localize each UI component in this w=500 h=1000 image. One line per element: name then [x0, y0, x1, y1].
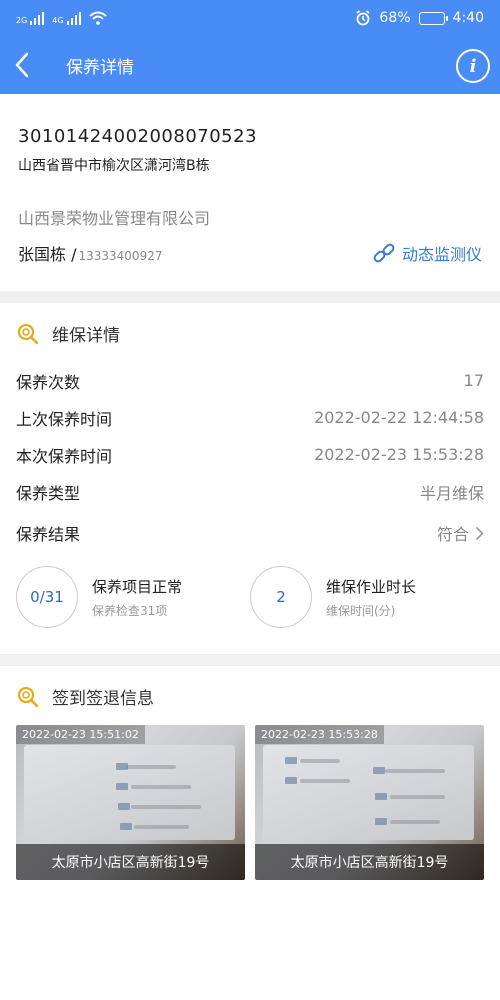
row-value: 2022-02-23 15:53:28 — [314, 445, 484, 464]
section-title: 签到签退信息 — [52, 689, 154, 709]
section-title: 维保详情 — [52, 326, 120, 346]
network-type-1: 2G — [16, 16, 28, 25]
photo-detail — [116, 763, 128, 770]
company-name: 山西景荣物业管理有限公司 — [18, 209, 211, 228]
photo-detail — [118, 803, 130, 810]
photo-detail — [390, 795, 445, 799]
photo-list: 2022-02-23 15:51:02 太原市小店区高新街19号 2022-02… — [0, 725, 500, 880]
checkin-header: 签到签退信息 — [0, 666, 500, 725]
stats-row: 0/31 保养项目正常 保养检查31项 2 维保作业时长 维保时间(分) — [0, 556, 500, 654]
stat-subtitle: 保养检查31项 — [92, 603, 168, 618]
detail-row: 保养次数 17 — [16, 362, 484, 399]
photo-detail — [300, 779, 350, 783]
signal-icon: 2G — [16, 11, 45, 25]
divider — [0, 291, 500, 303]
maintenance-section: 维保详情 保养次数 17 上次保养时间 2022-02-22 12:44:58 … — [0, 303, 500, 654]
magnifier-icon — [17, 686, 39, 707]
stat-title: 维保作业时长 — [326, 577, 417, 596]
monitor-link[interactable]: 动态监测仪 — [372, 241, 482, 265]
row-value: 半月维保 — [419, 483, 484, 503]
photo-detail — [390, 820, 440, 824]
device-number: 30101424002008070523 — [18, 126, 258, 147]
detail-row: 保养类型 半月维保 — [16, 473, 484, 510]
contact-phone[interactable]: 13333400927 — [78, 249, 162, 263]
battery-icon — [418, 11, 448, 25]
link-icon — [373, 243, 395, 263]
photo-location: 太原市小店区高新街19号 — [16, 844, 245, 880]
photo-detail — [300, 759, 340, 763]
photo-location: 太原市小店区高新街19号 — [255, 844, 484, 880]
photo-detail — [126, 765, 176, 769]
detail-row: 上次保养时间 2022-02-22 12:44:58 — [16, 399, 484, 436]
divider — [0, 654, 500, 666]
photo-detail — [131, 805, 201, 809]
row-label: 本次保养时间 — [16, 446, 113, 466]
alarm-icon — [356, 10, 370, 26]
photo-detail — [134, 825, 189, 829]
maintenance-header: 维保详情 — [0, 303, 500, 362]
result-row[interactable]: 保养结果 符合 — [16, 510, 484, 556]
detail-row: 本次保养时间 2022-02-23 15:53:28 — [16, 436, 484, 473]
row-value: 17 — [463, 371, 484, 390]
contact-name: 张国栋 / — [18, 245, 77, 264]
photo-timestamp: 2022-02-23 15:51:02 — [16, 725, 145, 744]
result-value-wrap: 符合 — [437, 521, 484, 545]
elevator-info-card: 30101424002008070523 山西省晋中市榆次区潇河湾B栋 山西景荣… — [0, 94, 500, 291]
checkin-section: 签到签退信息 2022-02-23 15:51:02 太原市小店区高新街19号 — [0, 666, 500, 880]
chevron-right-icon — [475, 526, 484, 540]
info-icon: i — [469, 55, 477, 77]
stat-items-normal: 0/31 保养项目正常 保养检查31项 — [16, 566, 250, 628]
status-right: 68% 4:40 — [355, 10, 484, 26]
chevron-left-icon — [15, 52, 29, 78]
photo-detail — [285, 757, 297, 764]
status-left: 2G 4G — [16, 11, 107, 25]
contact-row: 张国栋 /13333400927 动态监测仪 — [18, 241, 482, 265]
back-button[interactable] — [14, 45, 50, 85]
battery-percent: 68% — [379, 10, 411, 26]
status-bar: 2G 4G 68% 4:40 — [0, 0, 500, 36]
wifi-icon — [88, 11, 107, 25]
photo-timestamp: 2022-02-23 15:53:28 — [255, 725, 384, 744]
photo-detail — [131, 785, 191, 789]
checkout-photo[interactable]: 2022-02-23 15:53:28 太原市小店区高新街19号 — [255, 725, 484, 880]
row-label: 保养次数 — [16, 372, 81, 392]
photo-detail — [375, 793, 387, 800]
stat-circle: 0/31 — [16, 566, 78, 628]
stat-text: 维保作业时长 维保时间(分) — [326, 576, 416, 619]
page-title: 保养详情 — [66, 57, 134, 78]
photo-detail — [373, 767, 385, 774]
row-label: 上次保养时间 — [16, 409, 113, 429]
stat-work-duration: 2 维保作业时长 维保时间(分) — [250, 566, 484, 628]
row-value: 2022-02-22 12:44:58 — [314, 408, 484, 427]
network-type-2: 4G — [52, 16, 64, 25]
result-label: 保养结果 — [16, 525, 81, 544]
contact: 张国栋 /13333400927 — [18, 241, 162, 265]
clock: 4:40 — [452, 10, 484, 26]
photo-detail — [120, 823, 132, 830]
maintenance-rows: 保养次数 17 上次保养时间 2022-02-22 12:44:58 本次保养时… — [0, 362, 500, 556]
nav-bar: 保养详情 i — [0, 36, 500, 94]
photo-detail — [385, 769, 445, 773]
photo-detail — [116, 783, 128, 790]
result-value: 符合 — [436, 525, 469, 544]
stat-title: 保养项目正常 — [92, 577, 183, 596]
stat-circle: 2 — [250, 566, 312, 628]
info-button[interactable]: i — [456, 49, 490, 83]
photo-detail — [375, 818, 387, 825]
stat-subtitle: 维保时间(分) — [326, 603, 396, 618]
stat-text: 保养项目正常 保养检查31项 — [92, 576, 182, 619]
photo-detail — [285, 777, 297, 784]
magnifier-icon — [17, 323, 39, 344]
checkin-photo[interactable]: 2022-02-23 15:51:02 太原市小店区高新街19号 — [16, 725, 245, 880]
device-address: 山西省晋中市榆次区潇河湾B栋 — [18, 158, 210, 174]
signal-icon-2: 4G — [52, 11, 81, 25]
monitor-link-label: 动态监测仪 — [401, 245, 482, 264]
row-label: 保养类型 — [16, 483, 81, 503]
